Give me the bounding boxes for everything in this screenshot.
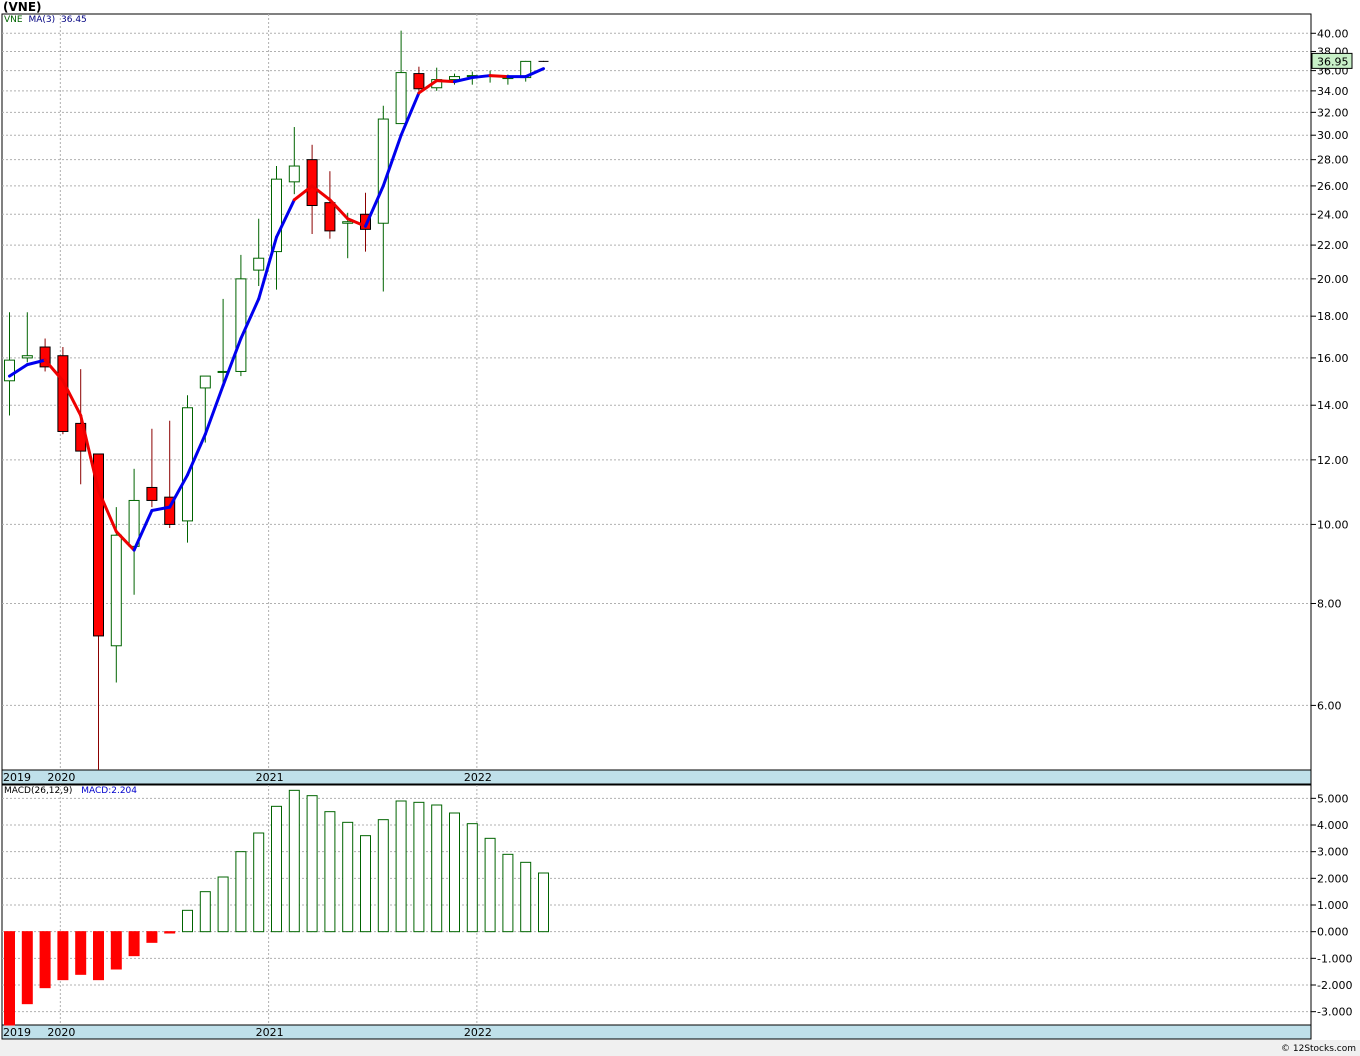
symbol-label: VNE <box>4 15 23 25</box>
candle-body <box>288 165 300 183</box>
macd-bar <box>39 931 51 989</box>
candle-body <box>377 118 389 224</box>
price-legend: VNE MA(3) 36.45 <box>4 15 87 25</box>
macd-tick-label: 4.000 <box>1317 819 1349 832</box>
macd-bar <box>217 876 229 933</box>
candle-body <box>21 355 33 359</box>
year-label: 2019 <box>3 771 31 784</box>
macd-bar <box>110 931 122 970</box>
price-tick-label: 8.00 <box>1317 597 1342 610</box>
price-tick-label: 14.00 <box>1317 399 1349 412</box>
macd-tick-label: 2.000 <box>1317 872 1349 885</box>
ma3-segment <box>435 79 456 84</box>
macd-bar <box>342 821 354 933</box>
chart-canvas: 6.00 8.00 10.00 12.00 14.00 16.00 18.00 20.00 22… <box>0 13 1360 1056</box>
year-label: 2020 <box>47 1026 75 1039</box>
macd-bar <box>164 931 176 934</box>
price-tick-label: 18.00 <box>1317 310 1349 323</box>
macd-bar <box>182 909 193 933</box>
candle-body <box>57 355 69 432</box>
price-tick-label: 22.00 <box>1317 239 1349 252</box>
candle-body <box>306 159 318 207</box>
candle-body <box>199 375 211 389</box>
macd-value: MACD:2.204 <box>81 786 138 796</box>
candle-body <box>146 486 158 501</box>
year-label: 2022 <box>464 771 492 784</box>
price-tick-label: 34.00 <box>1317 85 1349 98</box>
macd-bar <box>146 931 158 943</box>
macd-legend: MACD(26,12,9) MACD:2.204 <box>4 786 137 796</box>
price-tick-label: 12.00 <box>1317 454 1349 467</box>
macd-tick-label: -2.000 <box>1317 979 1352 992</box>
candle-body <box>110 534 122 647</box>
candle-body <box>449 76 460 81</box>
macd-bar <box>128 931 140 957</box>
ma3-segment <box>470 74 492 80</box>
macd-bar <box>288 789 300 933</box>
price-date-axis <box>1 769 1312 785</box>
macd-bar <box>538 872 549 933</box>
macd-date-axis <box>1 1024 1312 1040</box>
macd-bar <box>395 800 407 933</box>
candle-body <box>235 278 247 372</box>
price-tick-label: 10.00 <box>1317 518 1349 531</box>
candle-body <box>413 73 425 90</box>
price-tick-label: 40.00 <box>1317 27 1349 40</box>
macd-bar <box>449 812 460 933</box>
candle-body <box>4 359 15 382</box>
ma-label: MA(3) <box>28 15 56 25</box>
macd-bar <box>21 931 33 1005</box>
price-tick-label: 26.00 <box>1317 180 1349 193</box>
macd-bar <box>324 811 336 933</box>
macd-tick-label: 3.000 <box>1317 846 1349 859</box>
candle-body <box>395 72 407 125</box>
year-label: 2021 <box>256 771 284 784</box>
macd-bar <box>306 795 318 933</box>
price-tick-label: 16.00 <box>1317 352 1349 365</box>
macd-tick-label: 0.000 <box>1317 926 1349 939</box>
last-price-label: 36.95 <box>1317 55 1349 68</box>
macd-bar <box>520 861 532 933</box>
macd-tick-label: 5.000 <box>1317 792 1349 805</box>
candle-body <box>253 257 265 271</box>
macd-tick-label: -1.000 <box>1317 952 1352 965</box>
macd-bar <box>75 931 87 975</box>
macd-bar <box>431 804 443 933</box>
candle-body <box>342 221 354 224</box>
macd-tick-label: -3.000 <box>1317 1006 1352 1019</box>
year-label: 2019 <box>3 1026 31 1039</box>
macd-bar <box>271 805 282 933</box>
macd-bar <box>57 931 69 981</box>
ma3-segment <box>488 74 510 79</box>
macd-bar <box>4 931 15 1026</box>
price-tick-label: 20.00 <box>1317 273 1349 286</box>
price-tick-label: 24.00 <box>1317 208 1349 221</box>
price-tick-label: 32.00 <box>1317 106 1349 119</box>
chart-title: (VNE) <box>3 0 42 14</box>
footer-band <box>0 1040 1360 1056</box>
macd-bar <box>199 891 211 933</box>
macd-bar <box>93 931 104 981</box>
year-label: 2021 <box>256 1026 284 1039</box>
macd-bar <box>502 853 514 933</box>
price-tick-label: 6.00 <box>1317 699 1342 712</box>
price-tick-label: 28.00 <box>1317 154 1349 167</box>
macd-label: MACD(26,12,9) <box>4 786 73 796</box>
macd-bar <box>377 819 389 933</box>
footer-credit: © 12Stocks.com <box>1281 1044 1356 1054</box>
year-label: 2020 <box>47 771 75 784</box>
candle-body <box>324 202 336 232</box>
macd-tick-label: 1.000 <box>1317 899 1349 912</box>
year-label: 2022 <box>464 1026 492 1039</box>
macd-bar <box>484 837 496 933</box>
macd-bar <box>466 823 478 933</box>
macd-bar <box>235 851 247 933</box>
price-panel-frame <box>1 13 1312 771</box>
macd-bar <box>360 835 371 933</box>
macd-bar <box>253 832 265 933</box>
ma-value: 36.45 <box>61 15 87 25</box>
macd-bar <box>413 801 425 933</box>
price-tick-label: 30.00 <box>1317 129 1349 142</box>
